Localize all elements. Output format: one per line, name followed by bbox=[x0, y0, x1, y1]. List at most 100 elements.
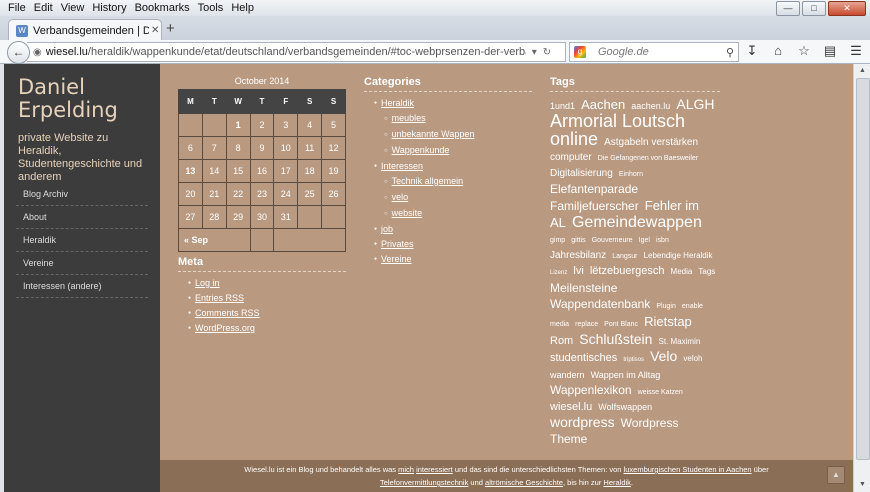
menu-tools[interactable]: Tools bbox=[194, 1, 228, 15]
category-link[interactable]: meubles bbox=[392, 113, 426, 123]
tag-link[interactable]: aachen.lu bbox=[631, 101, 670, 111]
tag-link[interactable]: veloh bbox=[683, 354, 702, 363]
tab-close-icon[interactable]: ✕ bbox=[151, 25, 159, 36]
tag-link[interactable]: Igel bbox=[639, 237, 650, 244]
vertical-scrollbar[interactable]: ▲ ▼ bbox=[853, 64, 870, 492]
scroll-to-top-button[interactable]: ▲ bbox=[827, 466, 845, 484]
menu-view[interactable]: View bbox=[57, 1, 89, 15]
tag-link[interactable]: Media bbox=[671, 267, 693, 276]
search-bar[interactable]: g Google.de ⚲ bbox=[569, 42, 739, 62]
tag-link[interactable]: Gemeindewappen bbox=[572, 214, 702, 231]
category-link[interactable]: velo bbox=[392, 192, 409, 202]
calendar-prev-month-link[interactable]: « Sep bbox=[178, 228, 251, 252]
tag-link[interactable]: Tags bbox=[698, 267, 715, 276]
category-link[interactable]: Vereine bbox=[381, 254, 412, 264]
tag-link[interactable]: Familjefuerscher bbox=[550, 199, 639, 213]
tag-link[interactable]: wandern bbox=[550, 370, 585, 380]
tag-link[interactable]: 1und1 bbox=[550, 101, 575, 111]
menu-help[interactable]: Help bbox=[227, 1, 258, 15]
search-input[interactable]: Google.de bbox=[598, 46, 726, 58]
tag-link[interactable]: Astgabeln verstärken bbox=[604, 137, 698, 148]
category-link[interactable]: Heraldik bbox=[381, 98, 414, 108]
category-link[interactable]: unbekannte Wappen bbox=[392, 129, 475, 139]
bookmark-star-icon[interactable]: ☆ bbox=[796, 43, 812, 59]
scrollbar-thumb[interactable] bbox=[856, 78, 870, 460]
reload-icon[interactable]: ↻ bbox=[543, 47, 551, 58]
menu-edit[interactable]: Edit bbox=[30, 1, 57, 15]
tag-link[interactable]: Rietstap bbox=[644, 314, 692, 329]
maximize-button[interactable]: □ bbox=[802, 1, 826, 16]
tag-link[interactable]: lëtzebuergesch bbox=[590, 265, 665, 277]
tag-link[interactable]: lvi bbox=[573, 265, 583, 277]
url-text[interactable]: wiesel.lu/heraldik/wappenkunde/etat/deut… bbox=[46, 46, 526, 58]
url-bar[interactable]: ◉ wiesel.lu/heraldik/wappenkunde/etat/de… bbox=[27, 42, 566, 62]
tag-link[interactable]: Wappen im Alltag bbox=[591, 370, 661, 380]
footer-link-telefon[interactable]: Telefonvermittlungstechnik bbox=[380, 478, 468, 487]
tab-active[interactable]: W Verbandsgemeinden | Daniel Er... ✕ bbox=[8, 19, 162, 41]
tag-link[interactable]: Meilensteine bbox=[550, 281, 617, 295]
bookmarks-list-icon[interactable]: ▤ bbox=[822, 43, 838, 59]
tag-link[interactable]: enable bbox=[682, 303, 703, 310]
tag-link[interactable]: isbn bbox=[656, 237, 669, 244]
scroll-up-icon[interactable]: ▲ bbox=[854, 64, 870, 78]
site-title[interactable]: Daniel Erpelding bbox=[18, 76, 153, 122]
tag-link[interactable]: triptisos bbox=[623, 357, 644, 363]
menu-history[interactable]: History bbox=[88, 1, 130, 15]
tag-link[interactable]: media bbox=[550, 321, 569, 328]
tag-link[interactable]: wiesel.lu bbox=[550, 401, 592, 413]
footer-link-studenten[interactable]: luxemburgischen Studenten in Aachen bbox=[624, 465, 752, 474]
search-icon[interactable]: ⚲ bbox=[726, 46, 734, 59]
new-tab-button[interactable]: + bbox=[166, 20, 175, 37]
sidebar-item-about[interactable]: About bbox=[16, 206, 148, 229]
tag-link[interactable]: Aachen bbox=[581, 97, 625, 112]
log-in-link[interactable]: Log in bbox=[195, 278, 220, 288]
dropdown-arrow-icon[interactable]: ▾ bbox=[532, 47, 537, 58]
footer-link-mich[interactable]: mich bbox=[398, 465, 414, 474]
scroll-down-icon[interactable]: ▼ bbox=[854, 478, 870, 492]
footer-link-heraldik[interactable]: Heraldik bbox=[603, 478, 631, 487]
tag-link[interactable]: Jahresbilanz bbox=[550, 250, 606, 261]
google-icon[interactable]: g bbox=[574, 46, 586, 58]
footer-link-interessiert[interactable]: interessiert bbox=[416, 465, 453, 474]
sidebar-item-interessen[interactable]: Interessen (andere) bbox=[16, 275, 148, 298]
category-link[interactable]: Privates bbox=[381, 239, 414, 249]
close-window-button[interactable]: ✕ bbox=[828, 1, 866, 16]
tag-link[interactable]: Lebendige Heraldik bbox=[644, 251, 713, 260]
tag-link[interactable]: Lizenz bbox=[550, 270, 567, 276]
tag-link[interactable]: Digitalisierung bbox=[550, 168, 613, 179]
tag-link[interactable]: replace bbox=[575, 321, 598, 328]
menu-file[interactable]: File bbox=[4, 1, 30, 15]
tag-link[interactable]: Wolfswappen bbox=[598, 402, 652, 412]
category-link[interactable]: Technik allgemein bbox=[392, 176, 464, 186]
sidebar-item-vereine[interactable]: Vereine bbox=[16, 252, 148, 275]
tag-link[interactable]: gittis bbox=[571, 237, 585, 244]
category-link[interactable]: job bbox=[381, 224, 393, 234]
download-icon[interactable]: ↧ bbox=[744, 43, 760, 59]
menu-bookmarks[interactable]: Bookmarks bbox=[131, 1, 194, 15]
tag-link[interactable]: gimp bbox=[550, 237, 565, 244]
wordpress-org-link[interactable]: WordPress.org bbox=[195, 323, 255, 333]
back-button[interactable]: ← bbox=[7, 41, 30, 64]
sidebar-item-blog-archiv[interactable]: Blog Archiv bbox=[16, 183, 148, 206]
tag-link[interactable]: St. Maximin bbox=[659, 337, 701, 346]
minimize-button[interactable]: — bbox=[776, 1, 800, 16]
tag-link[interactable]: Wappendatenbank bbox=[550, 297, 650, 311]
comments-rss-link[interactable]: Comments RSS bbox=[195, 308, 260, 318]
tag-link[interactable]: Langsur bbox=[612, 253, 637, 260]
tag-link[interactable]: studentisches bbox=[550, 352, 617, 364]
tag-link[interactable]: Einhorn bbox=[619, 171, 643, 178]
tag-link[interactable]: Velo bbox=[650, 348, 677, 364]
category-link[interactable]: Interessen bbox=[381, 161, 423, 171]
category-link[interactable]: Wappenkunde bbox=[392, 145, 450, 155]
tag-link[interactable]: Plugin bbox=[656, 303, 675, 310]
tag-link[interactable]: Elefantenparade bbox=[550, 182, 638, 196]
sidebar-item-heraldik[interactable]: Heraldik bbox=[16, 229, 148, 252]
tag-link[interactable]: Rom bbox=[550, 335, 573, 347]
tag-link[interactable]: Die Gefangenen von Baesweiler bbox=[598, 155, 698, 162]
entries-rss-link[interactable]: Entries RSS bbox=[195, 293, 244, 303]
home-icon[interactable]: ⌂ bbox=[770, 43, 786, 59]
tag-link[interactable]: weisse Katzen bbox=[638, 389, 683, 396]
tag-link[interactable]: ALGH bbox=[676, 96, 714, 112]
tag-link[interactable]: Gouverneure bbox=[592, 237, 633, 244]
menu-hamburger-icon[interactable]: ☰ bbox=[848, 43, 864, 59]
